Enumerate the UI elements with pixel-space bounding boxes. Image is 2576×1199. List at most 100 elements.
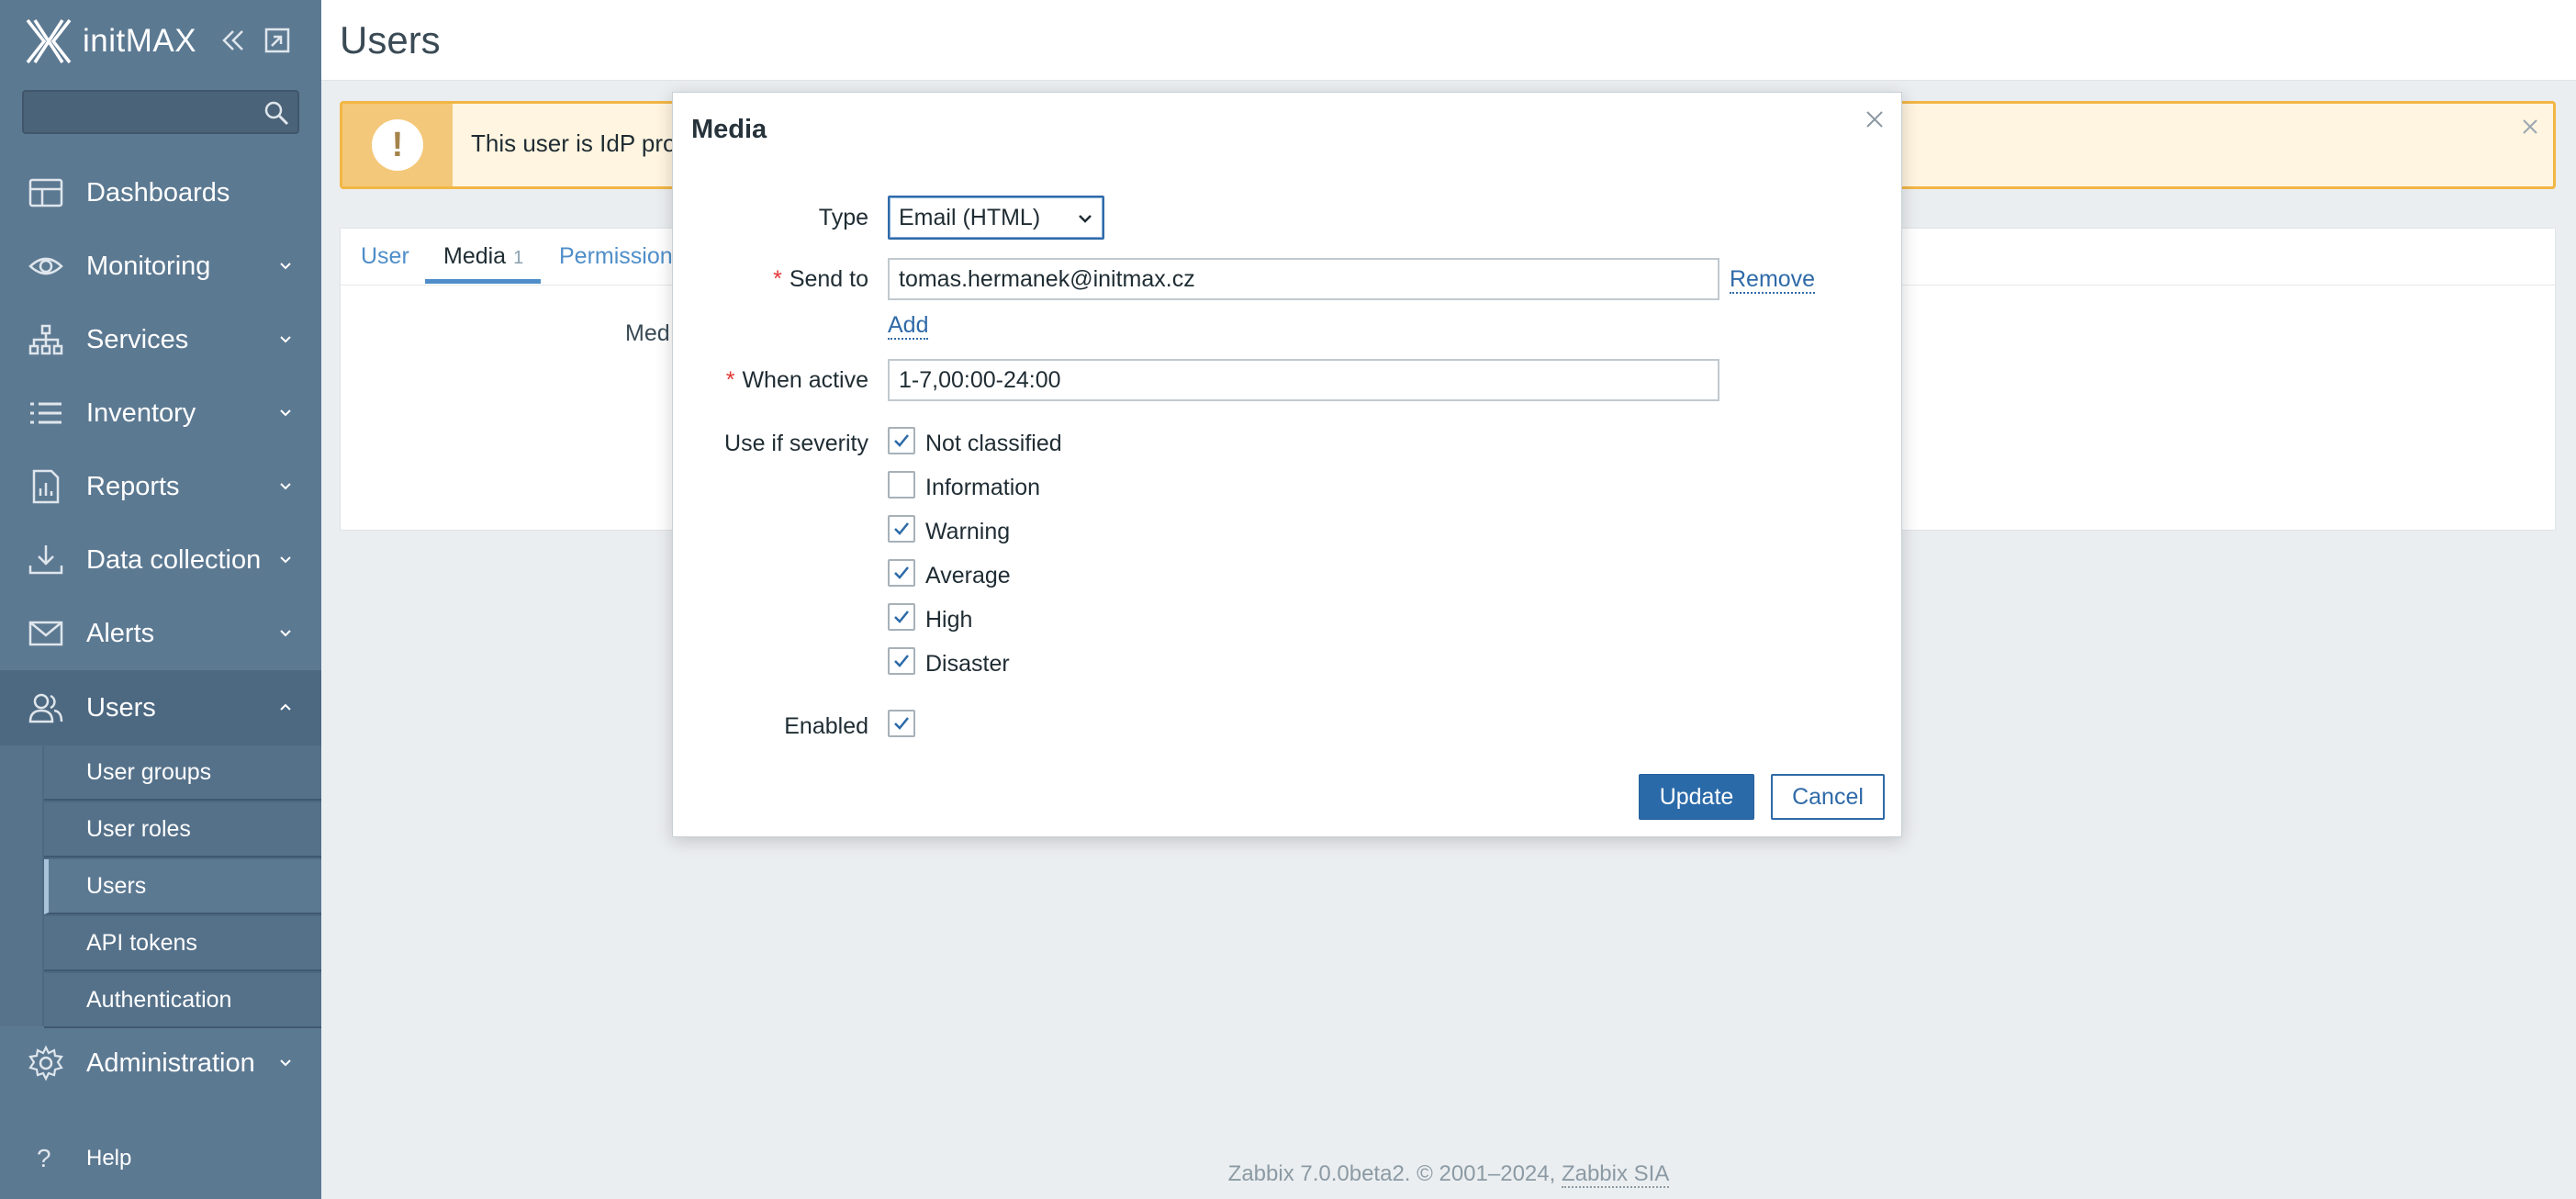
sidebar-item-services[interactable]: Services xyxy=(0,303,321,376)
dialog-title: Media xyxy=(691,115,767,144)
banner-message: This user is IdP provi xyxy=(471,129,694,157)
check-icon xyxy=(894,522,909,535)
sidebar-item-dashboards[interactable]: Dashboards xyxy=(0,156,321,230)
list-icon xyxy=(30,402,62,424)
sidebar-item-label: Users xyxy=(86,692,156,723)
close-icon[interactable] xyxy=(1863,107,1887,131)
send-to-input[interactable]: tomas.hermanek@initmax.cz xyxy=(888,258,1719,300)
submenu-item-user-roles[interactable]: User roles xyxy=(44,802,321,857)
collapse-sidebar-icon[interactable] xyxy=(218,26,248,55)
severity-information-checkbox[interactable] xyxy=(888,471,915,499)
required-marker: * xyxy=(725,367,735,393)
kiosk-mode-icon[interactable] xyxy=(263,26,292,55)
page-title: Users xyxy=(340,18,441,62)
brand-logo[interactable]: initMAX xyxy=(24,17,196,66)
severity-option-label: Not classified xyxy=(925,431,1062,456)
submenu-item-authentication[interactable]: Authentication xyxy=(44,973,321,1028)
enabled-checkbox[interactable] xyxy=(888,710,915,737)
submenu-item-api-tokens[interactable]: API tokens xyxy=(44,916,321,971)
tab-media[interactable]: Media 1 xyxy=(443,243,523,270)
tab-user[interactable]: User xyxy=(361,243,409,270)
chevron-down-icon xyxy=(280,409,291,417)
footer: Zabbix 7.0.0beta2. © 2001–2024, Zabbix S… xyxy=(321,1161,2576,1188)
send-to-label: * Send to xyxy=(773,266,868,293)
remove-button[interactable]: Remove xyxy=(1730,266,1816,294)
severity-not-classified-checkbox[interactable] xyxy=(888,427,915,454)
update-button[interactable]: Update xyxy=(1639,774,1754,820)
check-icon xyxy=(894,566,909,579)
cancel-button[interactable]: Cancel xyxy=(1771,774,1885,820)
when-active-input[interactable]: 1-7,00:00-24:00 xyxy=(888,359,1719,401)
users-icon xyxy=(28,693,63,723)
media-dialog: Media Type Email (HTML) * Send to tomas.h… xyxy=(672,92,1902,837)
chevron-down-icon xyxy=(280,556,291,564)
close-icon[interactable] xyxy=(2520,117,2540,137)
type-select[interactable]: Email (HTML) xyxy=(888,196,1104,240)
type-label: Type xyxy=(818,205,868,230)
severity-average-checkbox[interactable] xyxy=(888,559,915,587)
sidebar-item-label: Services xyxy=(86,324,189,354)
check-icon xyxy=(894,434,909,447)
sidebar-item-data-collection[interactable]: Data collection xyxy=(0,523,321,597)
submenu-item-users[interactable]: Users xyxy=(44,859,321,914)
sidebar-item-label: Alerts xyxy=(86,618,155,648)
sidebar-item-users[interactable]: Users xyxy=(0,670,321,745)
severity-warning-checkbox[interactable] xyxy=(888,515,915,543)
eye-icon xyxy=(28,257,63,275)
sidebar-item-inventory[interactable]: Inventory xyxy=(0,376,321,450)
tab-permissions[interactable]: Permissions xyxy=(559,243,684,270)
severity-high-checkbox[interactable] xyxy=(888,603,915,631)
sidebar-item-label: Reports xyxy=(86,471,180,501)
sidebar-item-label: Monitoring xyxy=(86,251,211,281)
chevron-down-icon xyxy=(280,263,291,270)
submenu-item-user-groups[interactable]: User groups xyxy=(44,745,321,801)
page-header: Users xyxy=(321,0,2576,81)
dashboards-icon xyxy=(28,178,63,207)
sidebar-item-label: Administration xyxy=(86,1048,255,1078)
chevron-down-icon xyxy=(1079,215,1092,223)
severity-option-label: Average xyxy=(925,563,1011,588)
help-icon: ? xyxy=(37,1144,51,1172)
chevron-down-icon xyxy=(280,1059,291,1067)
severity-label: Use if severity xyxy=(724,431,868,456)
when-active-label-text: When active xyxy=(742,367,868,393)
severity-option-label: Information xyxy=(925,475,1041,500)
users-submenu: User groups User roles Users API tokens … xyxy=(0,745,321,1028)
sidebar: initMAX Dashboards Monitoring Services I… xyxy=(0,0,321,1199)
warning-icon: ! xyxy=(372,119,423,171)
send-to-label-text: Send to xyxy=(789,266,868,292)
sidebar-item-reports[interactable]: Reports xyxy=(0,450,321,523)
sidebar-search-input[interactable] xyxy=(22,90,299,134)
sidebar-item-alerts[interactable]: Alerts xyxy=(0,597,321,670)
chevron-down-icon xyxy=(280,630,291,637)
tab-media-label: Media xyxy=(443,243,507,269)
enabled-label: Enabled xyxy=(784,713,868,739)
sidebar-item-label: Dashboards xyxy=(86,177,230,207)
check-icon xyxy=(894,717,909,730)
add-button[interactable]: Add xyxy=(888,312,929,340)
chevron-up-icon xyxy=(280,703,291,711)
when-active-label: * When active xyxy=(726,367,868,394)
severity-option-label: Disaster xyxy=(925,651,1010,677)
submenu-rail xyxy=(0,745,42,1026)
sidebar-item-help[interactable]: ? Help xyxy=(0,1138,321,1179)
search-icon[interactable] xyxy=(263,99,290,127)
required-marker: * xyxy=(773,266,782,292)
footer-link[interactable]: Zabbix SIA xyxy=(1561,1161,1670,1188)
services-icon xyxy=(28,324,63,355)
tab-media-count: 1 xyxy=(513,248,524,268)
severity-option-label: Warning xyxy=(925,519,1011,544)
gear-icon xyxy=(28,1045,63,1081)
check-icon xyxy=(894,655,909,667)
sidebar-item-monitoring[interactable]: Monitoring xyxy=(0,230,321,303)
footer-text: Zabbix 7.0.0beta2. © 2001–2024, xyxy=(1227,1161,1556,1186)
active-tab-indicator xyxy=(425,279,541,284)
download-icon xyxy=(28,545,63,575)
severity-disaster-checkbox[interactable] xyxy=(888,647,915,675)
envelope-icon xyxy=(28,621,63,646)
help-label: Help xyxy=(86,1146,132,1171)
check-icon xyxy=(894,611,909,623)
sidebar-item-administration[interactable]: Administration xyxy=(0,1026,321,1100)
chevron-down-icon xyxy=(280,336,291,343)
sidebar-item-label: Inventory xyxy=(86,398,196,428)
